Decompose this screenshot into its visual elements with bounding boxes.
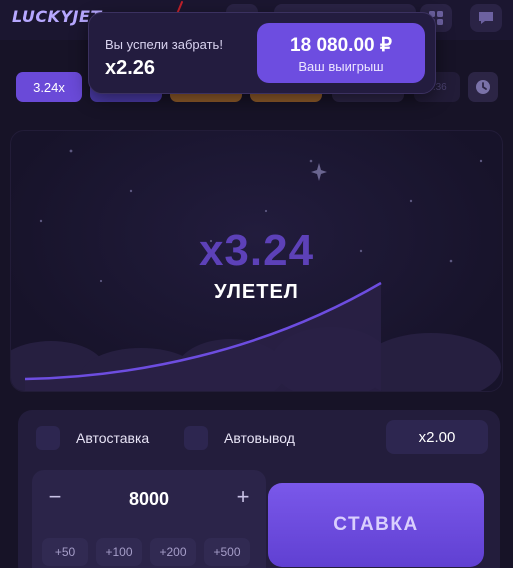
- quick-amount-button[interactable]: +100: [96, 538, 142, 566]
- game-field: x3.24 УЛЕТЕЛ: [10, 130, 503, 392]
- star-icon: [311, 163, 327, 181]
- crash-multiplier: x3.24: [198, 226, 315, 275]
- bet-button[interactable]: СТАВКА: [268, 483, 484, 567]
- round-status: УЛЕТЕЛ: [214, 281, 299, 303]
- autobet-label: Автоставка: [76, 430, 150, 446]
- decrease-button[interactable]: −: [40, 482, 70, 512]
- bet-amount-input[interactable]: 8000: [80, 484, 218, 514]
- quick-amount-button[interactable]: +50: [42, 538, 88, 566]
- clock-icon[interactable]: [468, 72, 498, 102]
- increase-button[interactable]: +: [228, 482, 258, 512]
- win-notification: Вы успели забрать! x2.26 18 080.00 ₽ Ваш…: [88, 12, 436, 94]
- autocashout-checkbox[interactable]: [184, 426, 208, 450]
- quick-amount-button[interactable]: +200: [150, 538, 196, 566]
- win-multiplier: x2.26: [105, 57, 156, 79]
- win-caption: Вы успели забрать!: [105, 37, 223, 52]
- bet-amount-box: − 8000 + +50 +100 +200 +500: [32, 470, 266, 568]
- chat-icon[interactable]: [470, 4, 502, 32]
- win-amount-label: Ваш выигрыш: [298, 59, 384, 74]
- autocashout-input[interactable]: x2.00: [386, 420, 488, 454]
- history-chip[interactable]: 3.24x: [16, 72, 82, 102]
- win-amount-box: 18 080.00 ₽ Ваш выигрыш: [257, 23, 425, 83]
- autocashout-label: Автовывод: [224, 430, 295, 446]
- bet-panel: Автоставка Автовывод x2.00 − 8000 + +50 …: [18, 410, 500, 568]
- win-amount: 18 080.00 ₽: [290, 35, 392, 56]
- autobet-checkbox[interactable]: [36, 426, 60, 450]
- quick-amount-button[interactable]: +500: [204, 538, 250, 566]
